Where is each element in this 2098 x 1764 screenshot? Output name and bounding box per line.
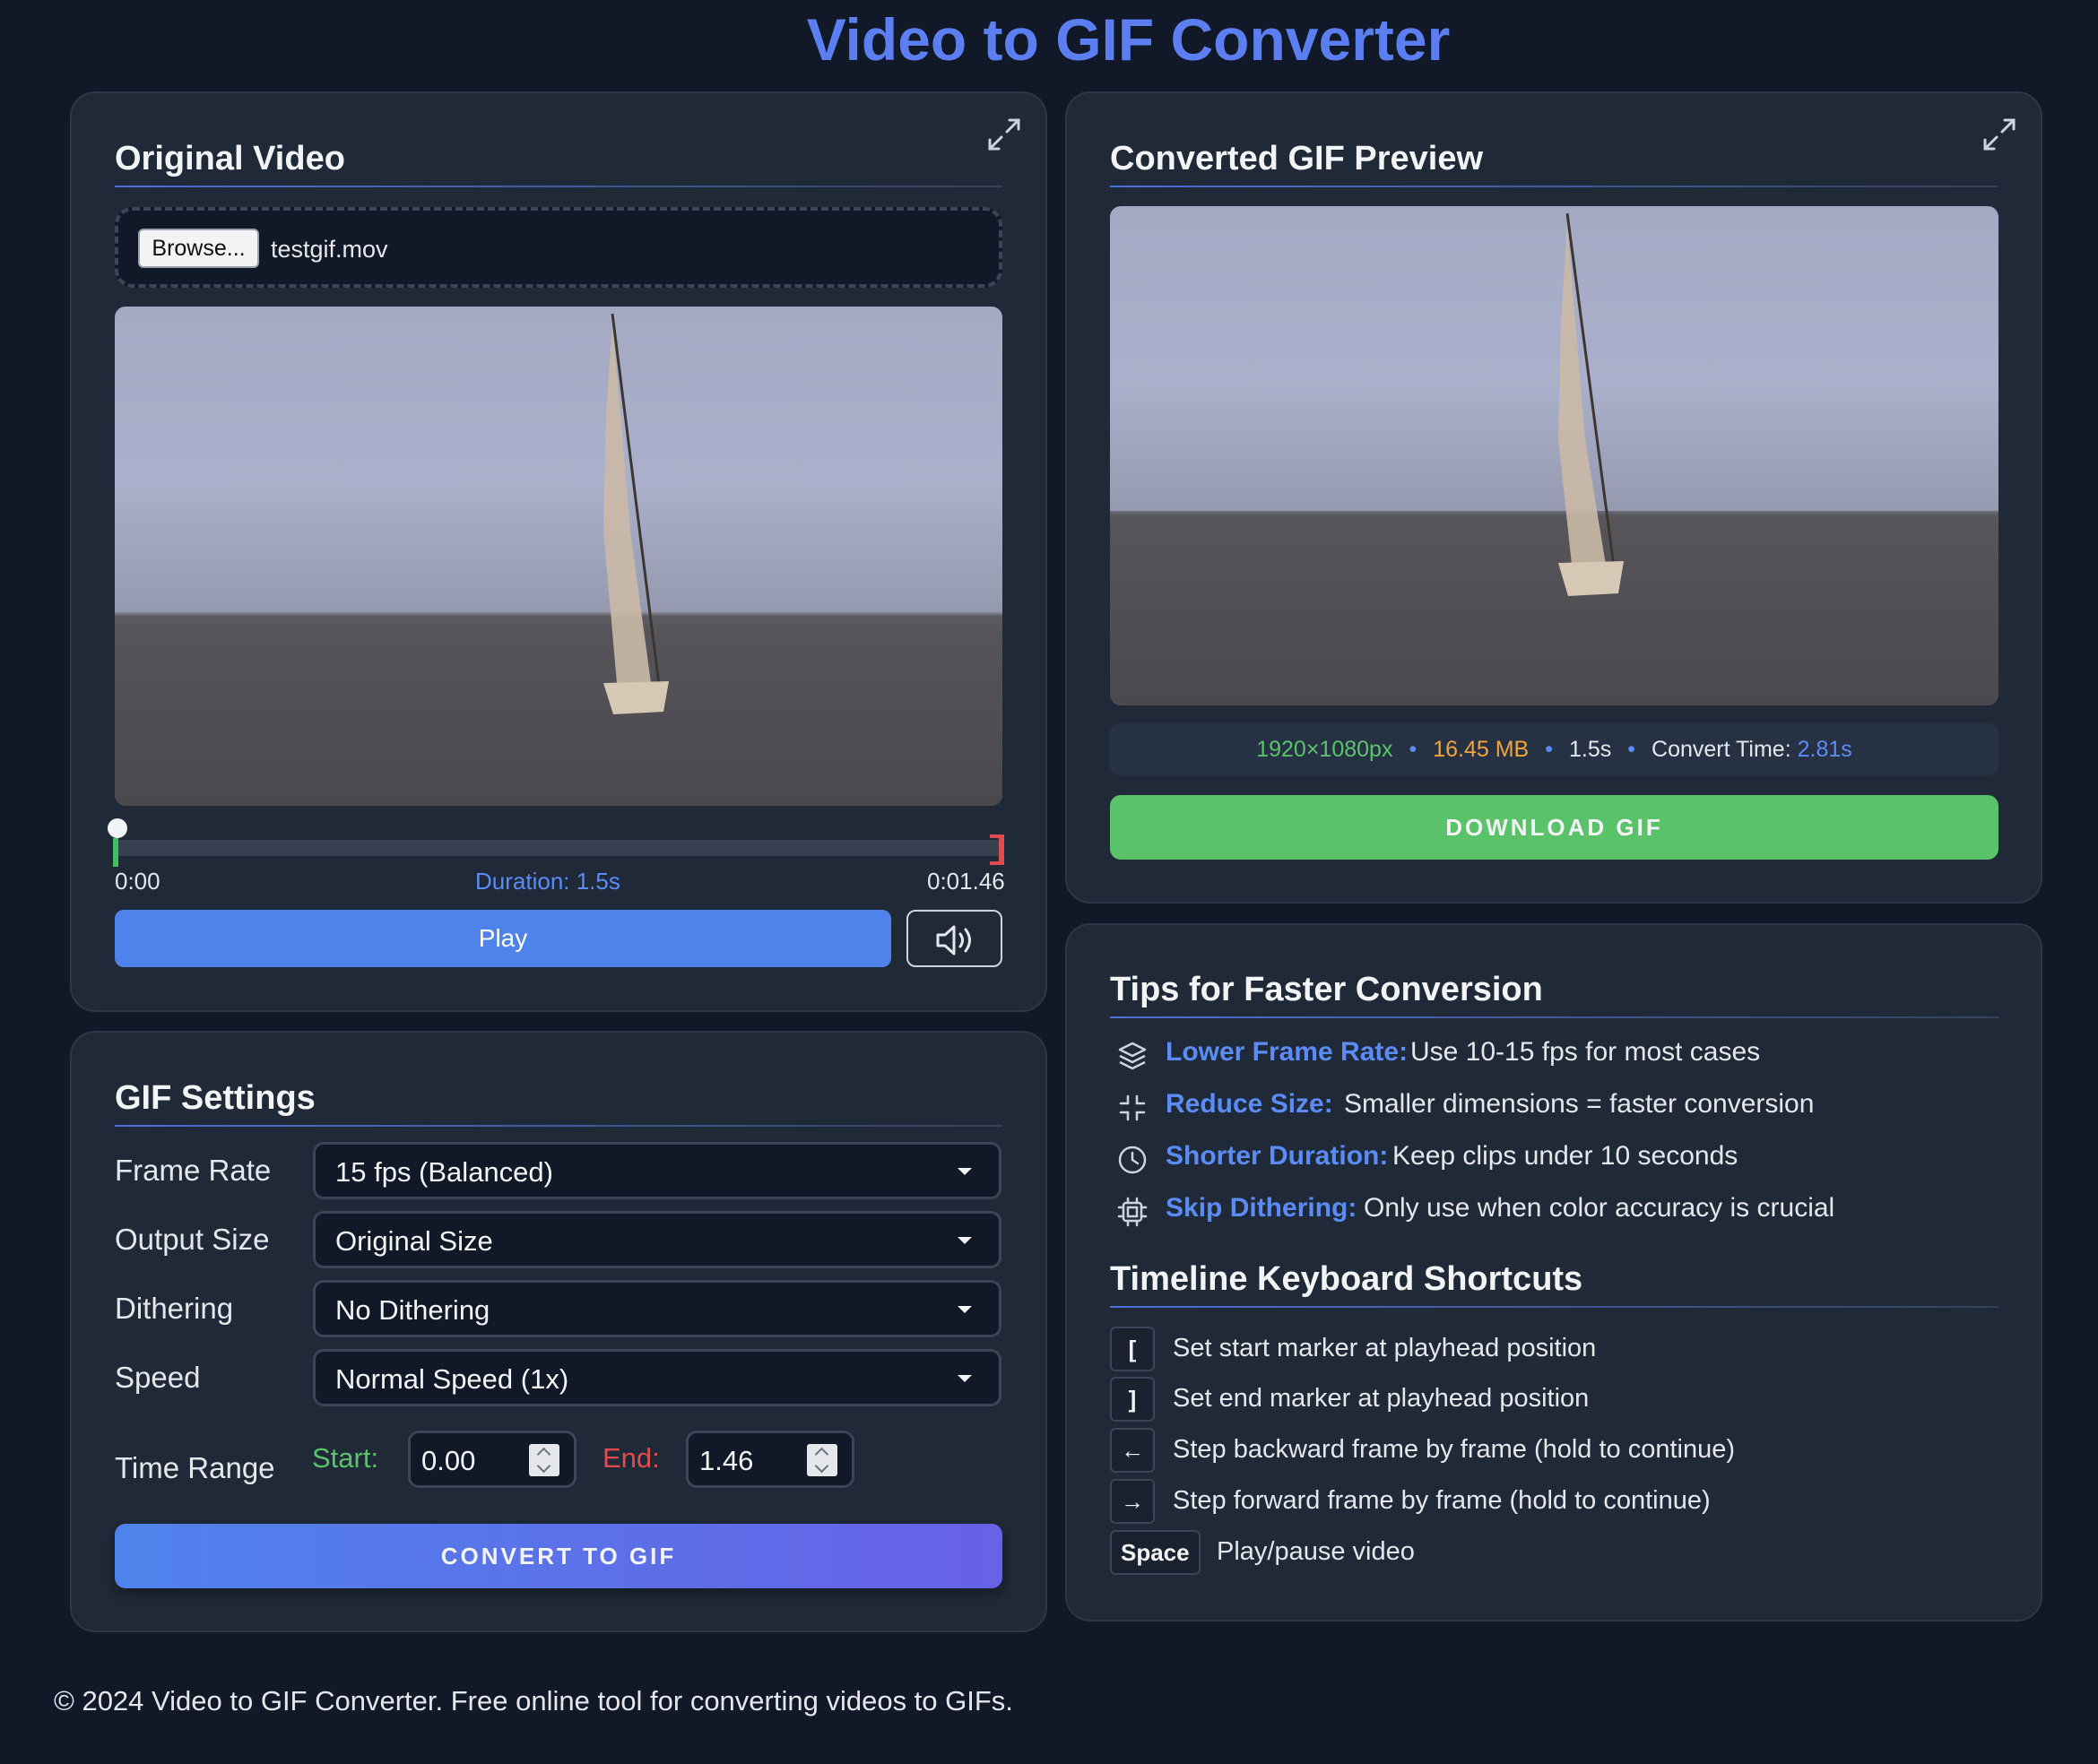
file-name: testgif.mov	[271, 236, 388, 263]
convert-time-label: Convert Time:	[1652, 737, 1791, 762]
tips-title: Tips for Faster Conversion	[1110, 971, 1543, 1008]
tip-title: Skip Dithering:	[1166, 1193, 1357, 1223]
gif-file-size: 16.45 MB	[1433, 737, 1530, 762]
stepper-icon[interactable]	[529, 1444, 559, 1476]
title-divider	[1110, 1306, 1998, 1308]
speed-value: Normal Speed (1x)	[335, 1363, 569, 1395]
original-video-title: Original Video	[115, 140, 345, 177]
convert-time-value: 2.81s	[1797, 737, 1852, 762]
tip-text: Smaller dimensions = faster conversion	[1344, 1089, 1815, 1119]
shortcut-key: Space	[1110, 1530, 1201, 1575]
gif-resolution: 1920×1080px	[1256, 737, 1393, 762]
separator-dot: •	[1409, 737, 1417, 762]
end-time-input[interactable]: 1.46	[686, 1431, 854, 1488]
time-range-label: Time Range	[115, 1451, 275, 1484]
timeline-track[interactable]	[115, 840, 1002, 856]
gif-duration: 1.5s	[1569, 737, 1612, 762]
separator-dot: •	[1627, 737, 1636, 762]
original-video-player[interactable]	[115, 307, 1002, 806]
gif-preview-image	[1110, 206, 1998, 705]
minimize-icon	[1117, 1093, 1148, 1123]
stepper-icon[interactable]	[807, 1444, 837, 1476]
time-end-label: 0:01.46	[927, 868, 1005, 895]
gif-preview-title: Converted GIF Preview	[1110, 140, 1484, 177]
shortcut-desc: Step backward frame by frame (hold to co…	[1173, 1435, 1736, 1464]
chip-icon	[1117, 1197, 1148, 1227]
start-label: Start:	[312, 1442, 379, 1474]
dithering-select[interactable]: No Dithering	[313, 1280, 1001, 1337]
output-size-label: Output Size	[115, 1223, 270, 1256]
frame-rate-select[interactable]: 15 fps (Balanced)	[313, 1142, 1001, 1199]
convert-button[interactable]: CONVERT TO GIF	[115, 1524, 1002, 1588]
end-marker[interactable]	[990, 834, 1004, 865]
title-divider	[115, 186, 1002, 187]
expand-icon[interactable]	[1981, 117, 2017, 152]
speed-select[interactable]: Normal Speed (1x)	[313, 1349, 1001, 1406]
separator-dot: •	[1545, 737, 1553, 762]
title-divider	[1110, 1016, 1998, 1018]
shortcut-key: ←	[1110, 1428, 1155, 1473]
shortcut-key: →	[1110, 1479, 1155, 1524]
dithering-label: Dithering	[115, 1292, 234, 1325]
download-gif-button[interactable]: DOWNLOAD GIF	[1110, 795, 1998, 860]
shortcut-key: ]	[1110, 1377, 1155, 1422]
layers-icon	[1117, 1041, 1148, 1071]
play-button[interactable]: Play	[115, 910, 891, 967]
file-drop-zone[interactable]: Browse... testgif.mov	[115, 207, 1002, 288]
volume-icon	[936, 925, 971, 956]
shortcuts-title: Timeline Keyboard Shortcuts	[1110, 1260, 1583, 1298]
title-divider	[1110, 186, 1998, 187]
frame-rate-label: Frame Rate	[115, 1154, 272, 1187]
tip-text: Only use when color accuracy is crucial	[1364, 1193, 1835, 1223]
chevron-down-icon	[958, 1375, 972, 1382]
playhead[interactable]	[108, 818, 127, 838]
shortcut-desc: Play/pause video	[1217, 1537, 1415, 1566]
end-label: End:	[603, 1442, 660, 1474]
gif-info-bar: 1920×1080px • 16.45 MB • 1.5s • Convert Time: …	[1110, 723, 1998, 775]
clock-icon	[1117, 1145, 1148, 1175]
volume-button[interactable]	[906, 910, 1002, 967]
start-time-value: 0.00	[421, 1445, 476, 1476]
title-divider	[115, 1125, 1002, 1127]
frame-rate-value: 15 fps (Balanced)	[335, 1156, 553, 1188]
time-start-label: 0:00	[115, 868, 160, 895]
chevron-down-icon	[958, 1237, 972, 1244]
page-title: Video to GIF Converter	[806, 6, 1451, 73]
output-size-select[interactable]: Original Size	[313, 1211, 1001, 1268]
tip-title: Reduce Size:	[1166, 1089, 1333, 1119]
dithering-value: No Dithering	[335, 1294, 490, 1326]
chevron-down-icon	[958, 1168, 972, 1175]
shortcut-desc: Step forward frame by frame (hold to con…	[1173, 1486, 1711, 1515]
tip-title: Lower Frame Rate:	[1166, 1037, 1409, 1067]
shortcut-desc: Set end marker at playhead position	[1173, 1384, 1590, 1413]
shortcut-key: [	[1110, 1327, 1155, 1371]
tip-text: Keep clips under 10 seconds	[1392, 1141, 1738, 1171]
duration-label: Duration: 1.5s	[475, 868, 620, 895]
start-marker[interactable]	[113, 838, 118, 867]
tip-title: Shorter Duration:	[1166, 1141, 1389, 1171]
start-time-input[interactable]: 0.00	[408, 1431, 577, 1488]
shortcut-desc: Set start marker at playhead position	[1173, 1334, 1597, 1362]
expand-icon[interactable]	[986, 117, 1022, 152]
chevron-down-icon	[958, 1306, 972, 1313]
tip-text: Use 10-15 fps for most cases	[1410, 1037, 1761, 1067]
footer-text: © 2024 Video to GIF Converter. Free onli…	[54, 1685, 1013, 1716]
speed-label: Speed	[115, 1361, 201, 1394]
end-time-value: 1.46	[699, 1445, 754, 1476]
output-size-value: Original Size	[335, 1225, 493, 1257]
browse-button[interactable]: Browse...	[138, 229, 259, 268]
gif-settings-title: GIF Settings	[115, 1079, 316, 1117]
